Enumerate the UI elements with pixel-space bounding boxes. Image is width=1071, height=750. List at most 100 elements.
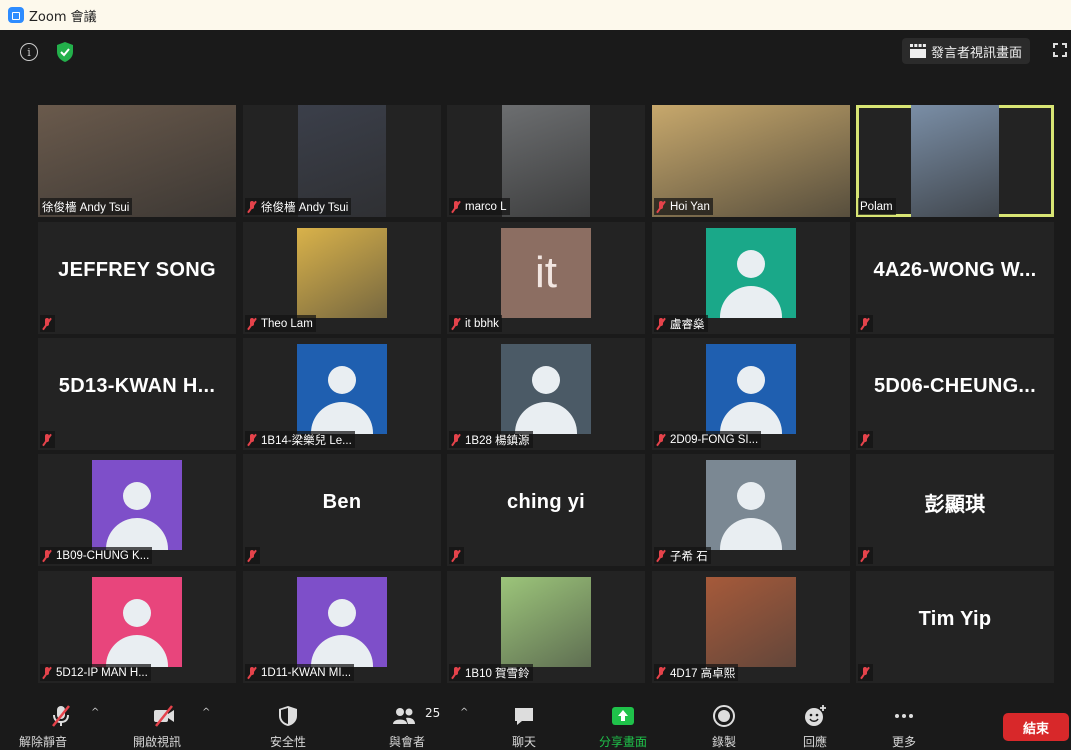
avatar-body (106, 518, 168, 550)
avatar-head (123, 599, 151, 627)
participant-name-tag: Theo Lam (245, 315, 316, 332)
participant-tile[interactable]: ching yi (447, 454, 645, 566)
default-avatar-icon (92, 577, 182, 667)
video-camera-off-icon (154, 705, 174, 727)
participant-tile[interactable]: 徐俊檣 Andy Tsui (38, 105, 236, 217)
participant-tile[interactable]: 5D12-IP MAN H... (38, 571, 236, 683)
participants-button[interactable]: 25 ^ 與會者 (362, 693, 468, 750)
meeting-toolbar: ^ 解除靜音 ^ 開啟視訊 安全性 25 ^ 與會者 聊天 分享畫面 錄製 回應… (0, 693, 1071, 750)
participants-icon (393, 708, 415, 724)
participant-tile[interactable]: 1B28 楊鎮源 (447, 338, 645, 450)
participant-name-tag: it bbhk (449, 315, 502, 332)
participant-tile[interactable]: 子希 石 (652, 454, 850, 566)
record-label: 錄製 (711, 735, 736, 749)
mic-muted-icon (860, 317, 870, 330)
participants-label: 與會者 (388, 735, 425, 749)
participant-tile[interactable]: 徐俊檣 Andy Tsui (243, 105, 441, 217)
participant-tile[interactable]: 5D06-CHEUNG... (856, 338, 1054, 450)
chat-button[interactable]: 聊天 (479, 693, 569, 750)
participant-name: 1B28 楊鎮源 (465, 434, 530, 447)
reactions-button[interactable]: 回應 (770, 693, 860, 750)
participant-tile[interactable]: 4A26-WONG W... (856, 222, 1054, 334)
participants-options-caret-icon[interactable]: ^ (460, 707, 468, 718)
participant-name-tag: 2D09-FONG SI... (654, 431, 762, 448)
participant-display-name: 5D13-KWAN H... (58, 374, 216, 397)
record-button[interactable]: 錄製 (679, 693, 769, 750)
participant-tile[interactable]: Hoi Yan (652, 105, 850, 217)
participant-name-tag (245, 547, 260, 564)
more-button[interactable]: 更多 (859, 693, 949, 750)
start-video-label: 開啟視訊 (132, 735, 181, 749)
participant-tile[interactable]: 1B10 賀雪鈴 (447, 571, 645, 683)
share-screen-arrow-icon (612, 707, 634, 725)
share-screen-label: 分享畫面 (598, 735, 647, 749)
participant-video (911, 105, 999, 217)
chat-label: 聊天 (511, 735, 536, 749)
participant-tile[interactable]: 盧睿燊 (652, 222, 850, 334)
end-meeting-button[interactable]: 結束 (1003, 713, 1069, 741)
participant-tile[interactable]: JEFFREY SONG (38, 222, 236, 334)
participant-tile[interactable]: 彭顯琪 (856, 454, 1054, 566)
participant-name: 4D17 高卓熙 (670, 667, 736, 680)
speaker-view-icon (910, 44, 926, 58)
participant-tile[interactable]: marco L (447, 105, 645, 217)
participant-name-tag (449, 547, 464, 564)
fullscreen-icon[interactable] (1052, 42, 1068, 58)
participant-tile[interactable]: 1D11-KWAN MI... (243, 571, 441, 683)
mic-muted-icon (451, 549, 461, 562)
avatar-body (720, 402, 782, 434)
mic-muted-icon (247, 200, 257, 213)
participant-tile[interactable]: 2D09-FONG SI... (652, 338, 850, 450)
participant-tile[interactable]: Theo Lam (243, 222, 441, 334)
avatar-body (720, 518, 782, 550)
participant-name-tag: Polam (858, 198, 896, 215)
participant-display-name: JEFFREY SONG (58, 258, 216, 281)
unmute-button[interactable]: ^ 解除靜音 (13, 693, 103, 750)
participant-tile[interactable]: Tim Yip (856, 571, 1054, 683)
participant-name-tag: 1D11-KWAN MI... (245, 664, 355, 681)
participant-name-tag: 1B14-梁樂兒 Le... (245, 431, 355, 448)
start-video-button[interactable]: ^ 開啟視訊 (120, 693, 210, 750)
meeting-info-icon[interactable]: i (20, 43, 38, 61)
avatar-head (328, 599, 356, 627)
mic-muted-icon (247, 317, 257, 330)
avatar-head (328, 366, 356, 394)
meeting-topbar: i 發言者視訊畫面 (0, 30, 1071, 74)
zoom-logo-icon (8, 7, 24, 23)
participant-tile[interactable]: it it bbhk (447, 222, 645, 334)
mic-muted-icon (42, 433, 52, 446)
participant-tile[interactable]: 1B14-梁樂兒 Le... (243, 338, 441, 450)
participant-tile[interactable]: Ben (243, 454, 441, 566)
participant-name: 2D09-FONG SI... (670, 433, 759, 446)
speaker-view-button[interactable]: 發言者視訊畫面 (902, 38, 1031, 64)
participant-tile[interactable]: 1B09-CHUNG K... (38, 454, 236, 566)
mic-muted-icon (656, 317, 666, 330)
audio-options-caret-icon[interactable]: ^ (91, 707, 99, 718)
unmute-label: 解除靜音 (18, 735, 67, 749)
video-options-caret-icon[interactable]: ^ (202, 707, 210, 718)
participant-name: Polam (860, 200, 893, 213)
share-screen-button[interactable]: 分享畫面 (578, 693, 668, 750)
participant-tile[interactable]: 4D17 高卓熙 (652, 571, 850, 683)
mic-muted-icon (247, 549, 257, 562)
participant-tile[interactable]: Polam (856, 105, 1054, 217)
participant-name: 徐俊檣 Andy Tsui (42, 201, 130, 214)
encryption-shield-icon[interactable] (55, 41, 75, 63)
letter-avatar: it (501, 228, 591, 318)
default-avatar-icon (706, 344, 796, 434)
participant-name-tag (40, 431, 55, 448)
mic-muted-icon (656, 549, 666, 562)
avatar-body (515, 402, 577, 434)
participant-name-tag: 徐俊檣 Andy Tsui (245, 198, 352, 215)
participant-name-tag (858, 664, 873, 681)
participant-name-tag: 1B10 賀雪鈴 (449, 664, 533, 681)
participant-name: 徐俊檣 Andy Tsui (261, 201, 349, 214)
mic-muted-icon (451, 317, 461, 330)
mic-muted-icon (42, 549, 52, 562)
default-avatar-icon (501, 344, 591, 434)
profile-picture (501, 577, 591, 667)
more-dots-icon (895, 714, 913, 718)
participant-tile[interactable]: 5D13-KWAN H... (38, 338, 236, 450)
avatar-head (737, 482, 765, 510)
security-button[interactable]: 安全性 (243, 693, 333, 750)
